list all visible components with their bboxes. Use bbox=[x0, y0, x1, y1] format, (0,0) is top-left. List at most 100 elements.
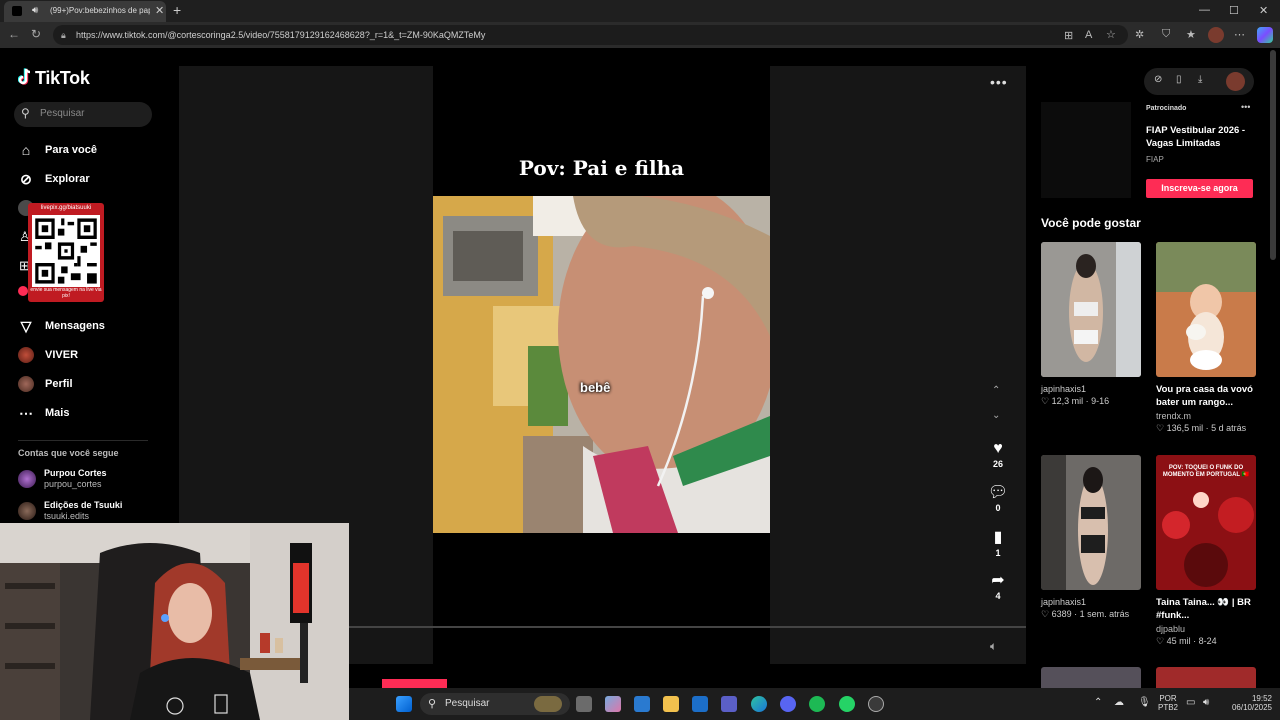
translate-icon[interactable]: A bbox=[1085, 29, 1092, 41]
recommended-video[interactable]: POV: TOQUEI O FUNK DO MOMENTO EM PORTUGA… bbox=[1156, 455, 1256, 647]
tiktok-logo[interactable]: TikTok bbox=[18, 66, 90, 89]
nav-viver[interactable]: VIVER bbox=[18, 347, 148, 367]
ad-title[interactable]: FIAP Vestibular 2026 - Vagas Limitadas bbox=[1146, 124, 1256, 150]
cloud-icon[interactable]: ☁ bbox=[1114, 697, 1124, 708]
language-indicator[interactable]: POR PTB2 bbox=[1156, 694, 1180, 712]
nav-perfil[interactable]: Perfil bbox=[18, 376, 148, 396]
video-title: Vou pra casa da vovó bater um rango... bbox=[1156, 384, 1253, 408]
task-view-icon[interactable] bbox=[576, 696, 592, 712]
whatsapp-icon[interactable] bbox=[839, 696, 855, 712]
favorite-star-icon[interactable]: ☆ bbox=[1106, 28, 1116, 41]
mobile-icon[interactable]: ▯ bbox=[1176, 74, 1182, 85]
save-count: 1 bbox=[995, 548, 1001, 558]
shield-icon[interactable]: ⛉ bbox=[1162, 28, 1170, 41]
bookmark-icon: ▮ bbox=[993, 529, 1003, 546]
video-author: japinhaxis1 bbox=[1041, 597, 1087, 607]
close-window-button[interactable]: ✕ bbox=[1259, 4, 1268, 17]
recommended-thumbnail-partial[interactable] bbox=[1041, 667, 1141, 688]
chevron-down-icon[interactable]: ⌄ bbox=[992, 410, 1000, 421]
nav-mais[interactable]: ⋯ Mais bbox=[18, 405, 148, 425]
app-icon[interactable]: ⊞ bbox=[1064, 29, 1073, 42]
reload-icon[interactable]: ↻ bbox=[31, 27, 41, 41]
user-avatar[interactable] bbox=[1226, 72, 1245, 91]
favorites-icon[interactable]: ★ bbox=[1186, 28, 1196, 41]
speaker-icon[interactable]: 🔊︎ bbox=[32, 5, 38, 16]
teams-icon[interactable] bbox=[721, 696, 737, 712]
video-frame[interactable] bbox=[433, 196, 770, 533]
minimize-button[interactable]: — bbox=[1199, 4, 1210, 16]
recommended-video[interactable]: Vou pra casa da vovó bater um rango... t… bbox=[1156, 242, 1256, 434]
maximize-button[interactable]: ☐ bbox=[1229, 4, 1239, 17]
lock-icon: 🔒︎ bbox=[61, 30, 66, 40]
edge-icon[interactable] bbox=[751, 696, 767, 712]
copilot-taskbar-icon[interactable] bbox=[605, 696, 621, 712]
taskbar-search[interactable]: ⚲ Pesquisar bbox=[420, 693, 570, 715]
recommended-video[interactable]: japinhaxis1 ♡ 12,3 mil · 9-16 bbox=[1041, 242, 1141, 407]
like-button[interactable]: ♥ 26 bbox=[986, 440, 1010, 469]
avatar bbox=[18, 470, 36, 488]
nav-mensagens[interactable]: ▽ Mensagens bbox=[18, 318, 148, 338]
volume-icon[interactable]: 🔈︎ bbox=[990, 639, 997, 654]
ad-more-icon[interactable]: ••• bbox=[1241, 102, 1250, 112]
spotify-icon[interactable] bbox=[809, 696, 825, 712]
thumbnail-text: POV: TOQUEI O FUNK DO MOMENTO EM PORTUGA… bbox=[1162, 465, 1250, 478]
following-account[interactable]: Edições de Tsuuki tsuuki.edits bbox=[18, 500, 148, 524]
tray-chevron-icon[interactable]: ⌃ bbox=[1094, 697, 1102, 708]
file-explorer-icon[interactable] bbox=[663, 696, 679, 712]
url-field[interactable]: 🔒︎ https://www.tiktok.com/@cortescoringa… bbox=[53, 25, 1128, 45]
share-button[interactable]: ➦ 4 bbox=[986, 570, 1010, 601]
video-thumbnail bbox=[1041, 455, 1141, 590]
clock[interactable]: 19:52 06/10/2025 bbox=[1218, 694, 1272, 712]
video-thumbnail: POV: TOQUEI O FUNK DO MOMENTO EM PORTUGA… bbox=[1156, 455, 1256, 590]
back-icon[interactable]: ← bbox=[8, 27, 20, 41]
ad-thumbnail[interactable] bbox=[1041, 102, 1131, 198]
video-overlay-title: Pov: Pai e filha bbox=[518, 156, 685, 180]
extensions-icon[interactable]: ✲ bbox=[1135, 28, 1144, 41]
date: 8-24 bbox=[1198, 636, 1217, 646]
windows-start-icon[interactable] bbox=[396, 696, 412, 712]
nav-para-voce[interactable]: ⌂ Para você bbox=[18, 142, 148, 162]
profile-avatar[interactable] bbox=[1208, 27, 1224, 43]
browser-tab[interactable]: 🔊︎ (99+)Pov:bebezinhos de papai ✕ bbox=[4, 1, 166, 22]
video-caption: bebê bbox=[580, 380, 611, 395]
avatar bbox=[18, 502, 36, 520]
likes: ♡ 136,5 mil bbox=[1156, 423, 1204, 433]
mic-icon[interactable]: 🎙︎ bbox=[1138, 697, 1151, 708]
lang-code: POR bbox=[1159, 694, 1177, 703]
webcam-image bbox=[0, 523, 349, 720]
video-progress-bar[interactable] bbox=[349, 626, 1026, 628]
compass-icon[interactable]: ⊘ bbox=[1154, 74, 1162, 85]
video-frame-image bbox=[433, 196, 770, 533]
notification-badge bbox=[18, 286, 28, 296]
outlook-icon[interactable] bbox=[692, 696, 708, 712]
download-icon[interactable]: ⤓ bbox=[1198, 74, 1202, 85]
tab-close-icon[interactable]: ✕ bbox=[155, 4, 164, 17]
new-tab-button[interactable]: + bbox=[173, 2, 181, 18]
livepix-qr-overlay: livepix.gg/biatsuuki envie sua mensagem … bbox=[28, 203, 104, 302]
nav-explorar[interactable]: ⊘ Explorar bbox=[18, 171, 148, 191]
following-account[interactable]: Purpou Cortes purpou_cortes bbox=[18, 468, 148, 492]
recommended-video[interactable]: japinhaxis1 ♡ 6389 · 1 sem. atrás bbox=[1041, 455, 1141, 620]
nav-label: Mais bbox=[45, 407, 70, 419]
recommended-title: Você pode gostar bbox=[1041, 216, 1141, 230]
discord-icon[interactable] bbox=[780, 696, 796, 712]
page-scrollbar[interactable] bbox=[1270, 50, 1276, 260]
search-box[interactable]: ⚲ Pesquisar bbox=[14, 102, 152, 127]
send-icon: ▽ bbox=[20, 318, 32, 334]
video-author: djpablu bbox=[1156, 624, 1186, 634]
menu-dots-icon[interactable]: ⋯ bbox=[1234, 28, 1245, 41]
volume-tray-icon[interactable]: 🔊︎ bbox=[1203, 697, 1209, 708]
search-highlight-icon bbox=[534, 696, 562, 712]
network-icon[interactable]: ▭ bbox=[1186, 697, 1195, 708]
chevron-up-icon[interactable]: ⌃ bbox=[992, 385, 1000, 396]
ad-brand: FIAP bbox=[1146, 155, 1164, 164]
obs-icon[interactable] bbox=[868, 696, 884, 712]
store-icon[interactable] bbox=[634, 696, 650, 712]
comment-button[interactable]: 💬︎ 0 bbox=[986, 482, 1010, 513]
more-options-icon[interactable]: ••• bbox=[990, 74, 1008, 90]
video-thumbnail bbox=[1156, 242, 1256, 377]
recommended-thumbnail-partial[interactable] bbox=[1156, 667, 1256, 688]
copilot-icon[interactable] bbox=[1257, 27, 1273, 43]
ad-cta-button[interactable]: Inscreva-se agora bbox=[1146, 179, 1253, 198]
save-button[interactable]: ▮ 1 bbox=[986, 527, 1010, 558]
